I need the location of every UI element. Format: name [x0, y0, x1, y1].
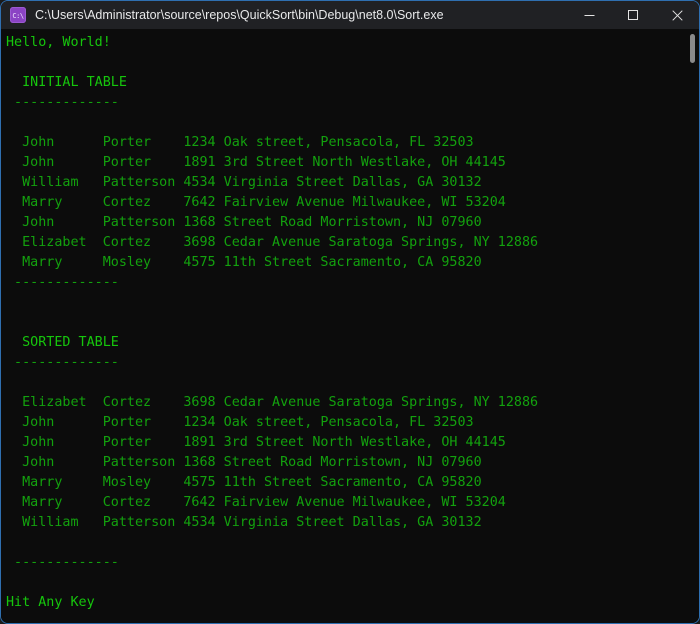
console-scrollbar[interactable] — [685, 29, 699, 623]
close-icon — [671, 9, 683, 21]
table-row: Elizabet Cortez 3698 Cedar Avenue Sarato… — [6, 395, 539, 410]
table-row: John Porter 1234 Oak street, Pensacola, … — [6, 415, 474, 430]
console-app-icon: C:\ — [10, 7, 26, 23]
console-window: C:\ C:\Users\Administrator\source\repos\… — [0, 0, 700, 624]
initial-table-rule: ------------- — [6, 95, 119, 110]
table-row: John Patterson 1368 Street Road Morristo… — [6, 455, 482, 470]
table-row: Marry Mosley 4575 11th Street Sacramento… — [6, 255, 482, 270]
titlebar[interactable]: C:\ C:\Users\Administrator\source\repos\… — [1, 1, 699, 29]
window-controls — [567, 1, 699, 29]
console-text-buffer: Hello, World! INITIAL TABLE ------------… — [1, 29, 699, 613]
table-row: William Patterson 4534 Virginia Street D… — [6, 175, 482, 190]
scrollbar-thumb[interactable] — [690, 34, 695, 63]
table-row: John Porter 1891 3rd Street North Westla… — [6, 435, 506, 450]
table-row: William Patterson 4534 Virginia Street D… — [6, 515, 482, 530]
sorted-table-heading: SORTED TABLE — [6, 335, 119, 350]
sorted-table-rule: ------------- — [6, 355, 119, 370]
maximize-button[interactable] — [611, 1, 655, 29]
table-row: Marry Mosley 4575 11th Street Sacramento… — [6, 475, 482, 490]
console-line-greeting: Hello, World! — [6, 35, 111, 50]
table-row: John Porter 1891 3rd Street North Westla… — [6, 155, 506, 170]
initial-table-heading: INITIAL TABLE — [6, 75, 127, 90]
console-output-area[interactable]: Hello, World! INITIAL TABLE ------------… — [1, 29, 699, 623]
minimize-icon — [584, 14, 594, 16]
initial-table-bottom-rule: ------------- — [6, 275, 119, 290]
maximize-icon — [627, 9, 638, 20]
table-row: Elizabet Cortez 3698 Cedar Avenue Sarato… — [6, 235, 539, 250]
closing-rule: ------------- — [6, 555, 119, 570]
table-row: Marry Cortez 7642 Fairview Avenue Milwau… — [6, 195, 506, 210]
table-row: John Patterson 1368 Street Road Morristo… — [6, 215, 482, 230]
minimize-button[interactable] — [567, 1, 611, 29]
window-title: C:\Users\Administrator\source\repos\Quic… — [35, 8, 444, 22]
console-icon-glyph: C:\ — [12, 11, 24, 20]
table-row: John Porter 1234 Oak street, Pensacola, … — [6, 135, 474, 150]
hit-any-key-prompt: Hit Any Key — [6, 595, 95, 610]
close-button[interactable] — [655, 1, 699, 29]
table-row: Marry Cortez 7642 Fairview Avenue Milwau… — [6, 495, 506, 510]
